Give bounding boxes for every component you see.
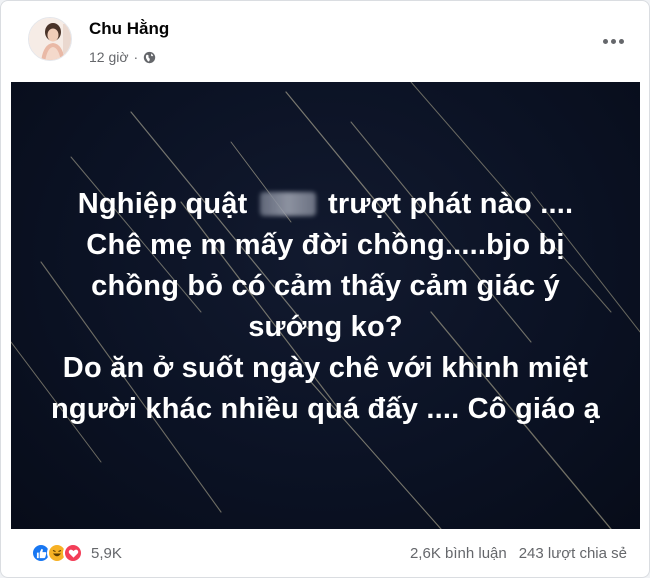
image-text-line-6: người khác nhiều quá đấy .... Cô giáo ạ bbox=[51, 393, 600, 425]
globe-icon[interactable] bbox=[143, 51, 156, 64]
post-header: Chu Hằng 12 giờ · bbox=[1, 1, 649, 81]
post-meta: 12 giờ · bbox=[89, 49, 156, 65]
more-options-icon bbox=[618, 38, 624, 44]
meta-separator: · bbox=[133, 49, 139, 65]
reaction-count: 5,9K bbox=[91, 544, 122, 562]
image-text-line-4: sướng ko? bbox=[248, 311, 403, 343]
share-count[interactable]: 243 lượt chia sẻ bbox=[519, 545, 627, 562]
reactions-summary[interactable]: 5,9K bbox=[31, 543, 122, 563]
image-text: Nghiệp quật trượt phát nào .... Chê mẹ m… bbox=[11, 184, 640, 430]
more-options-icon bbox=[610, 38, 616, 44]
text-prefix: Nghiệp quật bbox=[77, 188, 248, 220]
image-text-line-5: Do ăn ở suốt ngày chê với khinh miệt bbox=[62, 352, 589, 384]
blurred-name bbox=[259, 192, 316, 216]
text-suffix: trượt phát nào .... bbox=[328, 188, 574, 220]
image-text-line-3: chồng bỏ có cảm thấy cảm giác ý bbox=[91, 270, 560, 302]
comment-count[interactable]: 2,6K bình luận bbox=[410, 545, 507, 562]
more-options-icon bbox=[602, 38, 608, 44]
post-card: Chu Hằng 12 giờ · Nghiệp quật trượt phát… bbox=[0, 0, 650, 578]
post-image[interactable]: Nghiệp quật trượt phát nào .... Chê mẹ m… bbox=[11, 82, 640, 529]
image-text-line-1: Nghiệp quật trượt phát nào .... bbox=[11, 184, 640, 225]
author-avatar[interactable] bbox=[28, 17, 72, 61]
love-icon bbox=[63, 543, 83, 563]
post-footer: 5,9K 2,6K bình luận 243 lượt chia sẻ bbox=[1, 529, 649, 577]
author-name[interactable]: Chu Hằng bbox=[89, 19, 169, 39]
more-options-button[interactable] bbox=[595, 23, 631, 59]
post-time[interactable]: 12 giờ bbox=[89, 49, 129, 65]
image-text-line-2: Chê mẹ m mấy đời chồng.....bjo bị bbox=[86, 229, 565, 261]
post-stats: 2,6K bình luận 243 lượt chia sẻ bbox=[410, 545, 627, 562]
